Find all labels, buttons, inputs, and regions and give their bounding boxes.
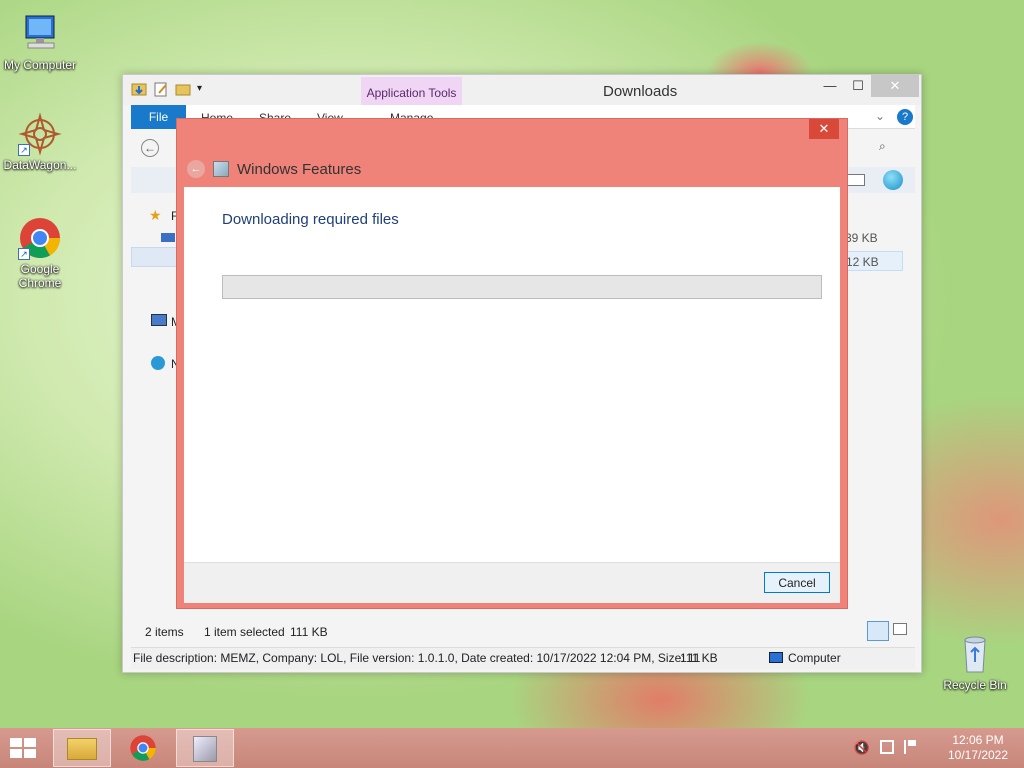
file-explorer-icon bbox=[67, 738, 97, 760]
properties-icon[interactable] bbox=[153, 81, 169, 97]
file-size-cell: 39 KB bbox=[845, 231, 878, 245]
details-view-button[interactable] bbox=[867, 621, 889, 641]
minimize-button[interactable]: — bbox=[815, 75, 845, 97]
chrome-icon: ↗ bbox=[18, 216, 62, 260]
shortcut-arrow-icon: ↗ bbox=[18, 144, 30, 156]
quick-access-toolbar: ▾ bbox=[131, 81, 213, 97]
desktop-icon-label: DataWagon... bbox=[3, 158, 77, 172]
volume-muted-icon[interactable]: 🔇 bbox=[854, 740, 870, 756]
desktop-icon bbox=[161, 233, 175, 242]
star-icon: ★ bbox=[149, 207, 162, 223]
shortcut-arrow-icon: ↗ bbox=[18, 248, 30, 260]
search-icon[interactable]: ⌕ bbox=[879, 139, 886, 154]
this-pc-icon bbox=[151, 314, 167, 326]
file-size: 111 KB bbox=[680, 651, 718, 665]
status-bar: 2 items 1 item selected 111 KB bbox=[131, 621, 915, 645]
taskbar-chrome[interactable] bbox=[114, 729, 172, 767]
computer-icon bbox=[18, 12, 62, 56]
chevron-down-icon[interactable]: ⌄ bbox=[875, 109, 885, 123]
file-size-cell: 12 KB bbox=[839, 251, 903, 271]
windows-features-icon bbox=[213, 161, 229, 177]
cancel-button[interactable]: Cancel bbox=[764, 572, 830, 593]
computer-icon bbox=[769, 652, 783, 663]
location-label: Computer bbox=[788, 651, 841, 665]
explorer-title-bar[interactable]: ▾ Application Tools Downloads — ☐ ✕ bbox=[123, 75, 921, 105]
new-folder-icon[interactable] bbox=[175, 81, 191, 97]
network-icon[interactable] bbox=[880, 740, 894, 754]
back-arrow-icon[interactable]: ← bbox=[141, 139, 159, 157]
windows-features-dialog: ✕ ← Windows Features Downloading require… bbox=[176, 118, 848, 609]
window-title: Downloads bbox=[603, 83, 678, 100]
installer-icon bbox=[193, 736, 217, 762]
system-clock[interactable]: 12:06 PM 10/17/2022 bbox=[946, 733, 1010, 763]
network-icon bbox=[151, 356, 165, 370]
clock-time: 12:06 PM bbox=[952, 733, 1004, 747]
dialog-title: Windows Features bbox=[237, 160, 362, 178]
dialog-body: Downloading required files bbox=[184, 187, 840, 562]
close-button[interactable]: ✕ bbox=[809, 119, 839, 139]
back-arrow-icon[interactable]: ← bbox=[187, 160, 205, 178]
selected-count: 1 item selected bbox=[204, 625, 285, 639]
details-bar: File description: MEMZ, Company: LOL, Fi… bbox=[131, 647, 915, 669]
desktop-icon-datawagon[interactable]: ↗ DataWagon... bbox=[0, 112, 80, 172]
system-tray: 🔇 bbox=[854, 740, 916, 756]
recycle-bin-icon bbox=[953, 632, 997, 676]
desktop-icon-label: Recycle Bin bbox=[943, 678, 1007, 692]
item-count: 2 items bbox=[145, 625, 184, 639]
application-tools-tab[interactable]: Application Tools bbox=[361, 77, 462, 105]
nav-item-downloads[interactable] bbox=[131, 247, 181, 267]
tiles-view-button[interactable] bbox=[893, 623, 907, 635]
datawagon-icon: ↗ bbox=[18, 112, 62, 156]
chevron-down-icon[interactable]: ▾ bbox=[197, 81, 213, 97]
folder-download-icon[interactable] bbox=[131, 81, 147, 97]
file-description: File description: MEMZ, Company: LOL, Fi… bbox=[133, 651, 701, 665]
desktop-icon-label: My Computer bbox=[3, 58, 77, 72]
windows-start-icon[interactable] bbox=[8, 736, 38, 760]
progress-bar bbox=[222, 275, 822, 299]
maximize-button[interactable]: ☐ bbox=[843, 75, 873, 97]
taskbar-installer[interactable] bbox=[176, 729, 234, 767]
desktop-icon-chrome[interactable]: ↗ Google Chrome bbox=[0, 216, 80, 290]
clock-date: 10/17/2022 bbox=[947, 748, 1009, 762]
desktop-icon-my-computer[interactable]: My Computer bbox=[0, 12, 80, 72]
taskbar: 🔇 12:06 PM 10/17/2022 bbox=[0, 728, 1024, 768]
help-icon[interactable]: ? bbox=[897, 109, 913, 125]
dialog-header: ← Windows Features bbox=[187, 157, 361, 181]
action-center-icon[interactable] bbox=[904, 740, 916, 754]
dialog-footer: Cancel bbox=[184, 562, 840, 603]
progress-heading: Downloading required files bbox=[222, 211, 399, 228]
layout-icon[interactable] bbox=[847, 174, 865, 186]
selected-size: 111 KB bbox=[290, 625, 328, 639]
close-button[interactable]: ✕ bbox=[871, 75, 919, 97]
taskbar-file-explorer[interactable] bbox=[53, 729, 111, 767]
globe-icon[interactable] bbox=[883, 170, 903, 190]
desktop-icon-label: Google Chrome bbox=[18, 262, 62, 290]
chrome-icon bbox=[129, 734, 157, 762]
desktop-icon-recycle-bin[interactable]: Recycle Bin bbox=[935, 632, 1015, 692]
